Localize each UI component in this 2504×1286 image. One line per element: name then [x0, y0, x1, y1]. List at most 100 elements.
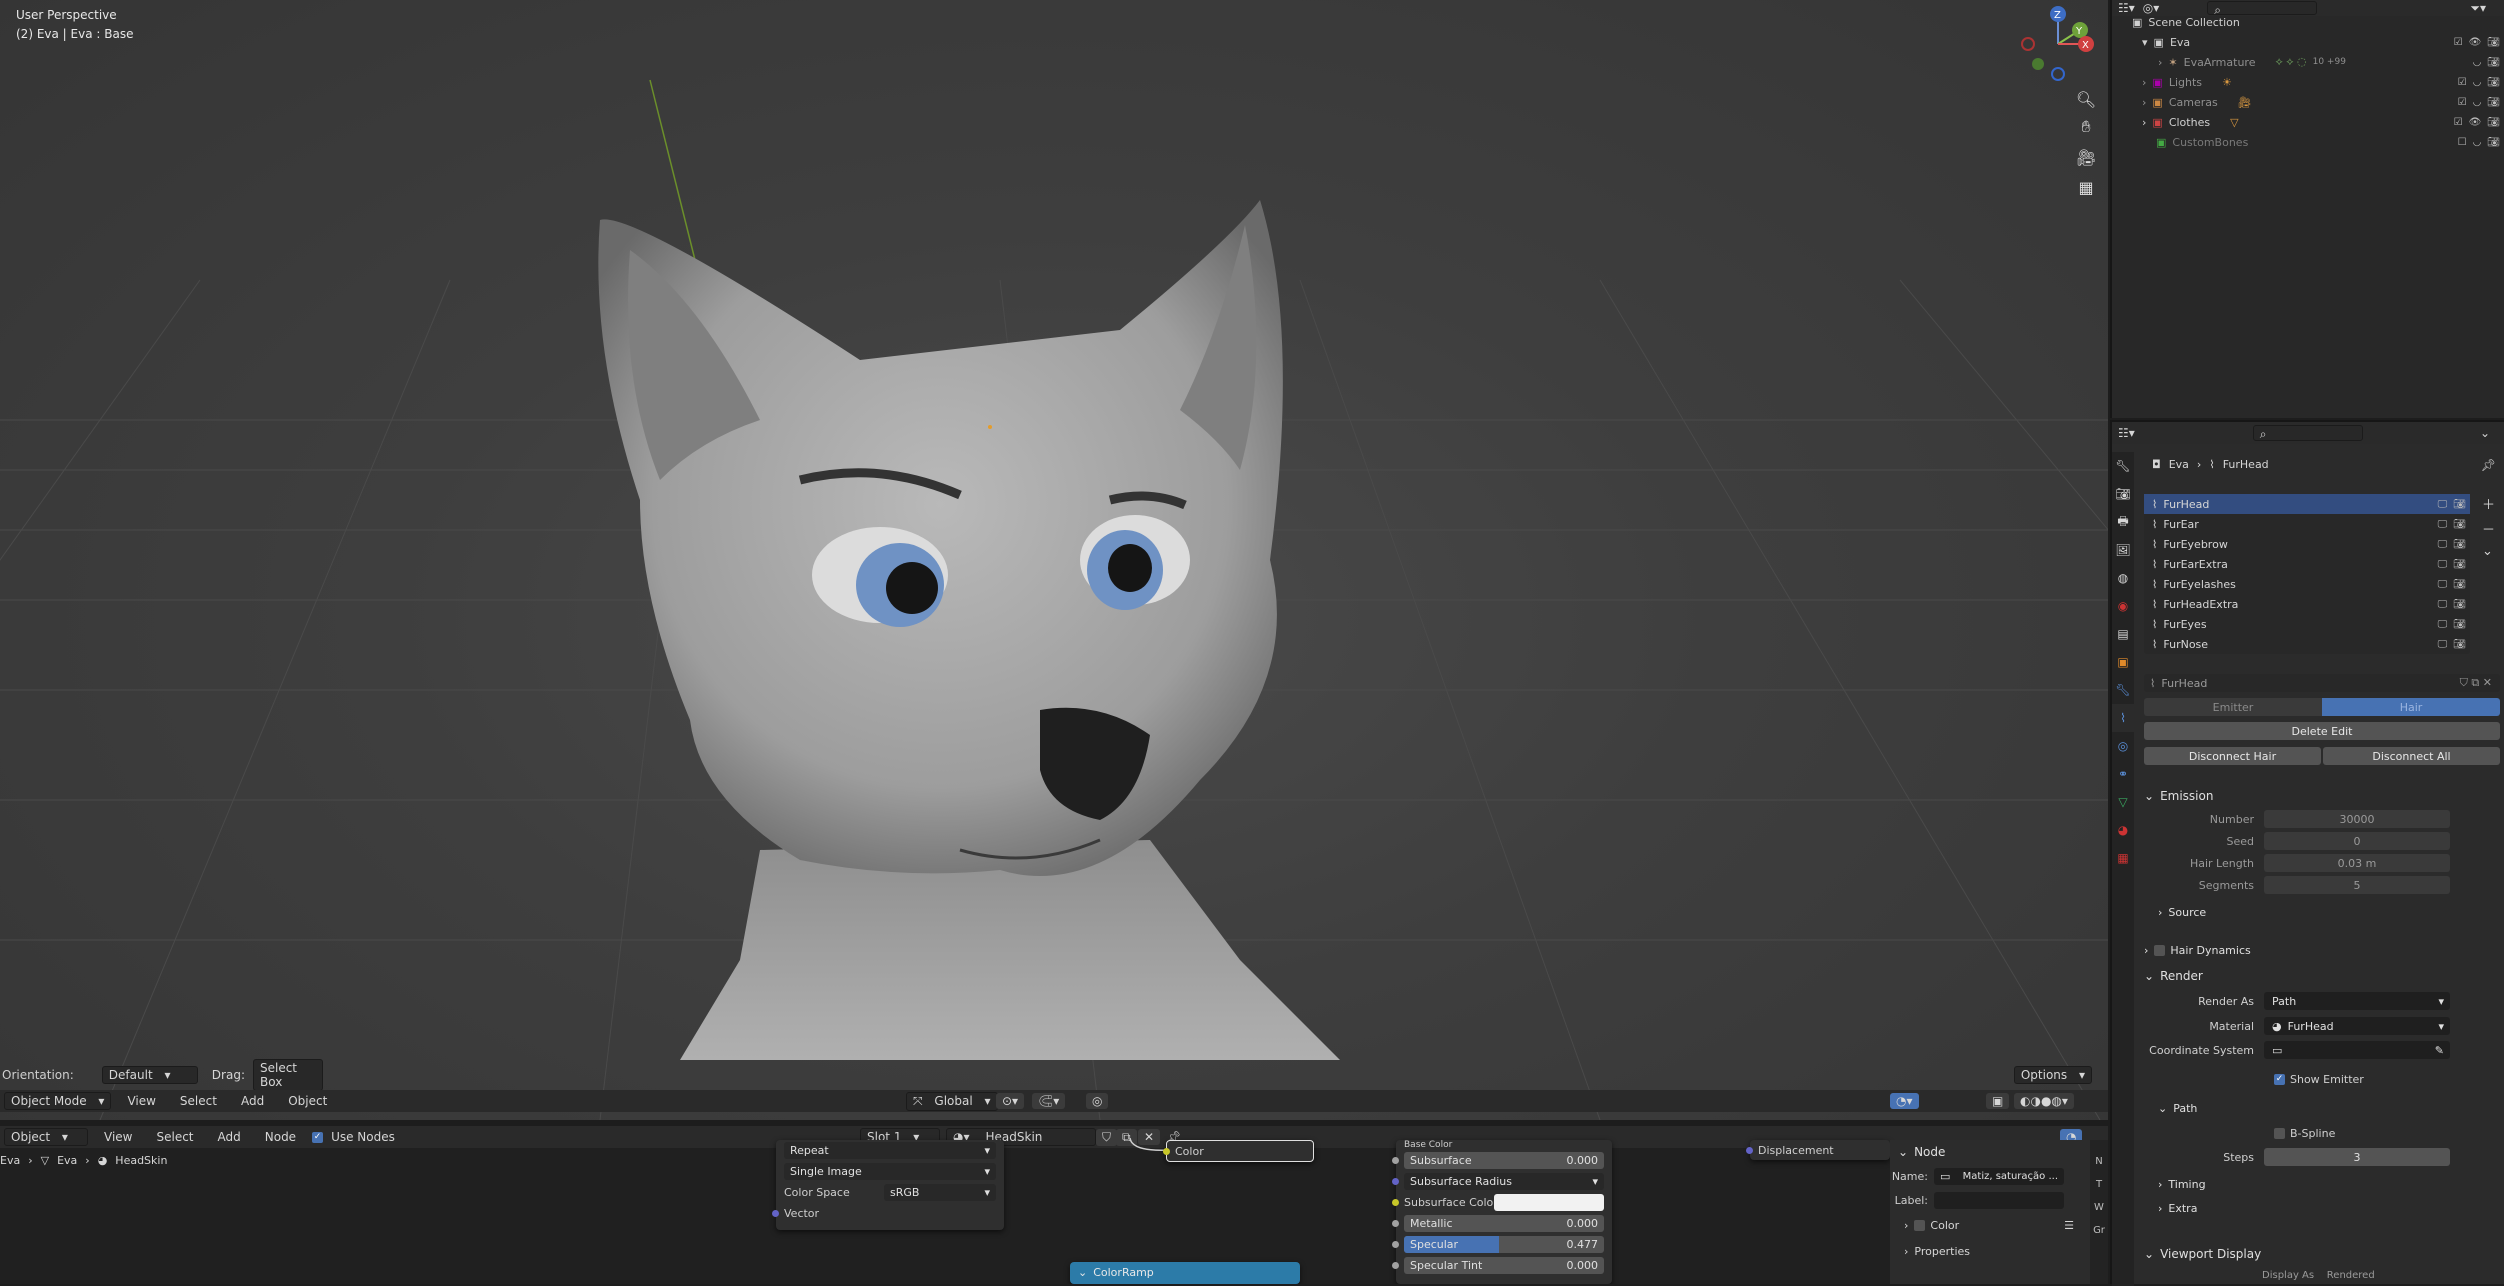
- checkbox-icon[interactable]: ☑: [2454, 117, 2463, 128]
- output-tab-icon[interactable]: 🖶︎: [2112, 508, 2134, 536]
- snap-icon[interactable]: 🧲︎▾: [1032, 1093, 1066, 1109]
- particle-system-row[interactable]: ⌇ FurEyes 🖵︎ 📷︎: [2144, 614, 2470, 634]
- camera-icon[interactable]: 📷︎: [2453, 639, 2466, 650]
- node-label-field[interactable]: [1934, 1191, 2064, 1209]
- emission-panel-header[interactable]: ⌄ Emission: [2136, 784, 2504, 808]
- view-layer-tab-icon[interactable]: 🖼︎: [2112, 536, 2134, 564]
- camera-icon[interactable]: 📷︎: [2453, 519, 2466, 530]
- node-menu-add[interactable]: Add: [210, 1130, 249, 1144]
- camera-icon[interactable]: 📷︎: [2487, 57, 2500, 68]
- material-tab-icon[interactable]: ◕: [2112, 816, 2134, 844]
- monitor-icon[interactable]: 🖵︎: [2438, 619, 2448, 630]
- image-texture-node[interactable]: Repeat ▾ Single Image ▾ Color Space sRGB ▾ V…: [772, 1140, 1004, 1230]
- eye-icon[interactable]: ◡: [2473, 77, 2482, 88]
- eye-icon[interactable]: ◡: [2473, 57, 2482, 68]
- ortho-grid-icon[interactable]: ▦: [2073, 174, 2099, 200]
- camera-view-icon[interactable]: 🎥︎: [2073, 144, 2099, 170]
- collapse-chevron-icon[interactable]: ⌄: [1078, 1266, 1087, 1279]
- render-tab-icon[interactable]: 📷︎: [2112, 480, 2134, 508]
- disconnect-all-button[interactable]: Disconnect All: [2323, 747, 2500, 765]
- texture-tab-icon[interactable]: ▦: [2112, 844, 2134, 872]
- display-as-row[interactable]: Display As Rendered: [2262, 1270, 2375, 1281]
- node-menu-view[interactable]: View: [96, 1130, 140, 1144]
- camera-icon[interactable]: 📷︎: [2453, 499, 2466, 510]
- material-dropdown[interactable]: Material ◕ FurHead ▾: [2136, 1014, 2504, 1038]
- outliner-row-evaarmature[interactable]: › ✶ EvaArmature ⟡ ⟡ ◌ 10 +99 ◡ 📷︎: [2112, 52, 2504, 72]
- pin-icon[interactable]: 📌︎: [2481, 458, 2496, 472]
- checkbox-icon[interactable]: ☑: [2458, 77, 2467, 88]
- projection-dropdown[interactable]: Single Image ▾: [784, 1163, 996, 1180]
- specular-tint-field[interactable]: Specular Tint 0.000: [1404, 1257, 1604, 1274]
- eye-icon[interactable]: ◡: [2473, 97, 2482, 108]
- physics-tab-icon[interactable]: ◎: [2112, 732, 2134, 760]
- fake-user-shield-icon[interactable]: ⛉ ⧉ ✕: [2460, 676, 2492, 690]
- emitter-type-button[interactable]: Emitter: [2144, 698, 2322, 716]
- hair-type-button[interactable]: Hair: [2322, 698, 2500, 716]
- particle-system-row[interactable]: ⌇ FurNose 🖵︎ 📷︎: [2144, 634, 2470, 654]
- camera-icon[interactable]: 📷︎: [2453, 619, 2466, 630]
- particle-system-row[interactable]: ⌇ FurEar 🖵︎ 📷︎: [2144, 514, 2470, 534]
- hair-dynamics-checkbox[interactable]: [2154, 944, 2166, 956]
- add-icon[interactable]: ＋: [2482, 494, 2495, 513]
- object-tab-icon[interactable]: ▣: [2112, 648, 2134, 676]
- eyedropper-icon[interactable]: ✎: [2435, 1044, 2444, 1057]
- timing-subpanel-header[interactable]: › Timing: [2136, 1172, 2504, 1196]
- camera-icon[interactable]: 📷︎: [2487, 117, 2500, 128]
- transform-orientation-dropdown[interactable]: ⤧ Global ▾: [906, 1091, 998, 1111]
- proportional-edit-icon[interactable]: ◎: [1086, 1093, 1109, 1109]
- color-space-dropdown[interactable]: sRGB ▾: [884, 1184, 996, 1201]
- particle-system-row[interactable]: ⌇ FurEyebrow 🖵︎ 📷︎: [2144, 534, 2470, 554]
- node-menu-select[interactable]: Select: [148, 1130, 201, 1144]
- tab-group[interactable]: Gr: [2093, 1225, 2105, 1236]
- path-subpanel-header[interactable]: ⌄ Path: [2136, 1096, 2504, 1120]
- subsurface-radius-dropdown[interactable]: Subsurface Radius ▾: [1404, 1173, 1604, 1190]
- coordinate-system-field[interactable]: Coordinate System ▭ ✎: [2136, 1038, 2504, 1062]
- use-nodes-checkbox[interactable]: ✓ Use Nodes: [312, 1130, 403, 1144]
- monitor-icon[interactable]: 🖵︎: [2438, 579, 2448, 590]
- outliner-row-lights[interactable]: › ▣ Lights ☀ ☑ ◡ 📷︎: [2112, 72, 2504, 92]
- viewport-display-panel-header[interactable]: ⌄ Viewport Display: [2136, 1242, 2504, 1266]
- constraints-tab-icon[interactable]: ⚭: [2112, 760, 2134, 788]
- mode-dropdown[interactable]: Object Mode ▾: [4, 1092, 112, 1110]
- extension-dropdown[interactable]: Repeat ▾: [784, 1142, 996, 1159]
- node-editor-type-dropdown[interactable]: Object ▾: [4, 1128, 88, 1146]
- color-output-node[interactable]: Color: [1163, 1140, 1314, 1162]
- menu-view[interactable]: View: [119, 1094, 163, 1108]
- tab-view[interactable]: W: [2094, 1202, 2104, 1213]
- camera-icon[interactable]: 📷︎: [2487, 77, 2500, 88]
- monitor-icon[interactable]: 🖵︎: [2438, 519, 2448, 530]
- viewport-overlays-icon[interactable]: ◔▾: [1890, 1093, 1919, 1109]
- node-menu-node[interactable]: Node: [257, 1130, 304, 1144]
- tab-tool[interactable]: T: [2096, 1179, 2102, 1190]
- render-as-dropdown[interactable]: Render As Path ▾: [2136, 988, 2504, 1014]
- camera-icon[interactable]: 📷︎: [2487, 37, 2500, 48]
- chevron-down-icon[interactable]: ⌄: [2480, 426, 2490, 440]
- collection-tab-icon[interactable]: ▤: [2112, 620, 2134, 648]
- data-tab-icon[interactable]: ▽: [2112, 788, 2134, 816]
- seed-field[interactable]: Seed 0: [2136, 830, 2504, 852]
- metallic-field[interactable]: Metallic 0.000: [1404, 1215, 1604, 1232]
- checkbox-icon[interactable]: ☑: [2454, 37, 2463, 48]
- particle-system-row[interactable]: ⌇ FurEyelashes 🖵︎ 📷︎: [2144, 574, 2470, 594]
- monitor-icon[interactable]: 🖵︎: [2438, 559, 2448, 570]
- camera-icon[interactable]: 📷︎: [2487, 97, 2500, 108]
- list-icon[interactable]: ☰: [2064, 1219, 2074, 1232]
- checkbox-icon[interactable]: ☑: [2458, 97, 2467, 108]
- menu-select[interactable]: Select: [172, 1094, 225, 1108]
- outliner-row-eva[interactable]: ▾ ▣ Eva ☑ 👁︎ 📷︎: [2112, 32, 2504, 52]
- principled-bsdf-node[interactable]: Base Color Subsurface 0.000 Subsurface Ra…: [1392, 1140, 1612, 1284]
- shading-modes-icon[interactable]: ◐◑●◍▾: [2014, 1093, 2074, 1109]
- scene-collection-row[interactable]: ▣ Scene Collection: [2112, 12, 2504, 32]
- properties-panel-label[interactable]: Properties: [1914, 1245, 1970, 1258]
- source-subpanel-header[interactable]: › Source: [2136, 900, 2504, 924]
- outliner-row-custombones[interactable]: ▣ CustomBones ☐ ◡ 📷︎: [2112, 132, 2504, 152]
- monitor-icon[interactable]: 🖵︎: [2438, 639, 2448, 650]
- disconnect-hair-button[interactable]: Disconnect Hair: [2144, 747, 2321, 765]
- specular-field[interactable]: Specular 0.477: [1404, 1236, 1604, 1253]
- number-field[interactable]: Number 30000: [2136, 808, 2504, 830]
- chevron-down-icon[interactable]: ⌄: [2482, 544, 2495, 559]
- subsurface-field[interactable]: Subsurface 0.000: [1404, 1152, 1604, 1169]
- navigation-gizmo[interactable]: Z Y X: [2018, 4, 2098, 84]
- eye-icon[interactable]: 👁︎: [2469, 37, 2482, 48]
- node-color-checkbox[interactable]: [1914, 1219, 1926, 1231]
